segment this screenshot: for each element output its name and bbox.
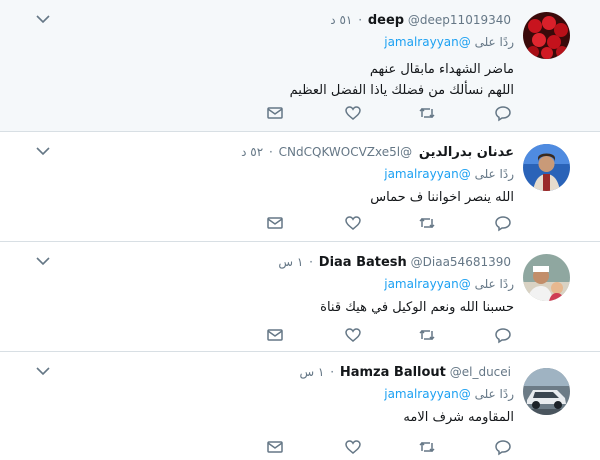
- dm-icon[interactable]: [266, 438, 286, 458]
- tweet-time[interactable]: ١ س: [299, 365, 324, 379]
- reply-to-link[interactable]: @jamalrayyan: [384, 167, 471, 181]
- reply-context: ردًا على @jamalrayyan: [34, 33, 514, 51]
- user-avatar[interactable]: [523, 368, 570, 415]
- user-avatar[interactable]: [523, 254, 570, 301]
- like-icon[interactable]: [344, 326, 364, 346]
- reply-icon[interactable]: [494, 214, 514, 234]
- tweet-content: Hamza Ballout @el_ducei · ١ س ردًا على @…: [34, 362, 514, 428]
- reply-prefix: ردًا على: [474, 387, 514, 401]
- user-avatar[interactable]: [523, 144, 570, 191]
- dm-icon[interactable]: [266, 104, 286, 124]
- tweet-time[interactable]: ١ س: [278, 255, 303, 269]
- time-separator: ·: [268, 145, 273, 159]
- tweet[interactable]: Diaa Batesh @Diaa54681390 · ١ س ردًا على…: [0, 242, 600, 352]
- reply-icon[interactable]: [494, 438, 514, 458]
- tweet-actions: [260, 214, 520, 234]
- tweet-time[interactable]: ٥٢ د: [241, 145, 263, 159]
- tweet[interactable]: عدنان بدرالدين @CNdCQKWOCVZxe5l · ٥٢ د ر…: [0, 132, 600, 242]
- user-handle[interactable]: @Diaa54681390: [411, 255, 511, 269]
- tweet-header: Diaa Batesh @Diaa54681390 · ١ س: [34, 252, 514, 272]
- tweet-actions: [260, 104, 520, 124]
- tweet[interactable]: deep @deep11019340 · ٥١ د ردًا على @jama…: [0, 0, 600, 132]
- user-handle[interactable]: @deep11019340: [408, 13, 511, 27]
- time-separator: ·: [330, 365, 335, 379]
- user-name[interactable]: عدنان بدرالدين: [419, 145, 514, 160]
- tweet-text-line: ماضر الشهداء مابقال عنهم: [369, 62, 514, 77]
- like-icon[interactable]: [344, 104, 364, 124]
- reply-context: ردًا على @jamalrayyan: [34, 165, 514, 183]
- reply-context: ردًا على @jamalrayyan: [34, 385, 514, 403]
- tweet-actions: [260, 438, 520, 458]
- retweet-icon[interactable]: [418, 214, 438, 234]
- retweet-icon[interactable]: [418, 438, 438, 458]
- tweet-actions: [260, 326, 520, 346]
- user-name[interactable]: deep: [368, 13, 404, 28]
- tweet-header: عدنان بدرالدين @CNdCQKWOCVZxe5l · ٥٢ د: [34, 142, 514, 162]
- user-name[interactable]: Diaa Batesh: [319, 255, 407, 270]
- reply-to-link[interactable]: @jamalrayyan: [384, 35, 471, 49]
- reply-to-link[interactable]: @jamalrayyan: [384, 277, 471, 291]
- user-avatar[interactable]: [523, 12, 570, 59]
- tweet-text-line: الله ينصر اخواننا ف حماس: [370, 190, 514, 205]
- time-separator: ·: [358, 13, 363, 27]
- tweet-header: Hamza Ballout @el_ducei · ١ س: [34, 362, 514, 382]
- chevron-down-icon[interactable]: [34, 254, 52, 268]
- dm-icon[interactable]: [266, 326, 286, 346]
- reply-prefix: ردًا على: [474, 35, 514, 49]
- person-avatar-icon: [523, 254, 570, 301]
- tweet-content: Diaa Batesh @Diaa54681390 · ١ س ردًا على…: [34, 252, 514, 318]
- dm-icon[interactable]: [266, 214, 286, 234]
- user-name[interactable]: Hamza Ballout: [340, 365, 446, 380]
- reply-prefix: ردًا على: [474, 167, 514, 181]
- like-icon[interactable]: [344, 438, 364, 458]
- tweet-content: deep @deep11019340 · ٥١ د ردًا على @jama…: [34, 10, 514, 101]
- tweet-header: deep @deep11019340 · ٥١ د: [34, 10, 514, 30]
- retweet-icon[interactable]: [418, 104, 438, 124]
- chevron-down-icon[interactable]: [34, 144, 52, 158]
- tweet-feed: deep @deep11019340 · ٥١ د ردًا على @jama…: [0, 0, 600, 460]
- reply-context: ردًا على @jamalrayyan: [34, 275, 514, 293]
- reply-prefix: ردًا على: [474, 277, 514, 291]
- tweet-time[interactable]: ٥١ د: [330, 13, 352, 27]
- tweet-text-line: المقاومه شرف الامه: [403, 410, 514, 425]
- reply-icon[interactable]: [494, 326, 514, 346]
- tweet-content: عدنان بدرالدين @CNdCQKWOCVZxe5l · ٥٢ د ر…: [34, 142, 514, 208]
- reply-to-link[interactable]: @jamalrayyan: [384, 387, 471, 401]
- tweet-text-line: حسبنا الله ونعم الوكيل في هيك قناة: [320, 300, 514, 315]
- tweet[interactable]: Hamza Ballout @el_ducei · ١ س ردًا على @…: [0, 352, 600, 460]
- tweet-text-line: اللهم نسألك من فضلك ياذا الفضل العظيم: [289, 83, 514, 98]
- person-avatar-icon: [523, 144, 570, 191]
- reply-icon[interactable]: [494, 104, 514, 124]
- time-separator: ·: [309, 255, 313, 269]
- user-handle[interactable]: @el_ducei: [450, 365, 511, 379]
- chevron-down-icon[interactable]: [34, 12, 52, 26]
- car-avatar-icon: [523, 368, 570, 415]
- user-handle[interactable]: @CNdCQKWOCVZxe5l: [279, 145, 412, 159]
- chevron-down-icon[interactable]: [34, 364, 52, 378]
- flowers-avatar-icon: [523, 12, 570, 59]
- like-icon[interactable]: [344, 214, 364, 234]
- retweet-icon[interactable]: [418, 326, 438, 346]
